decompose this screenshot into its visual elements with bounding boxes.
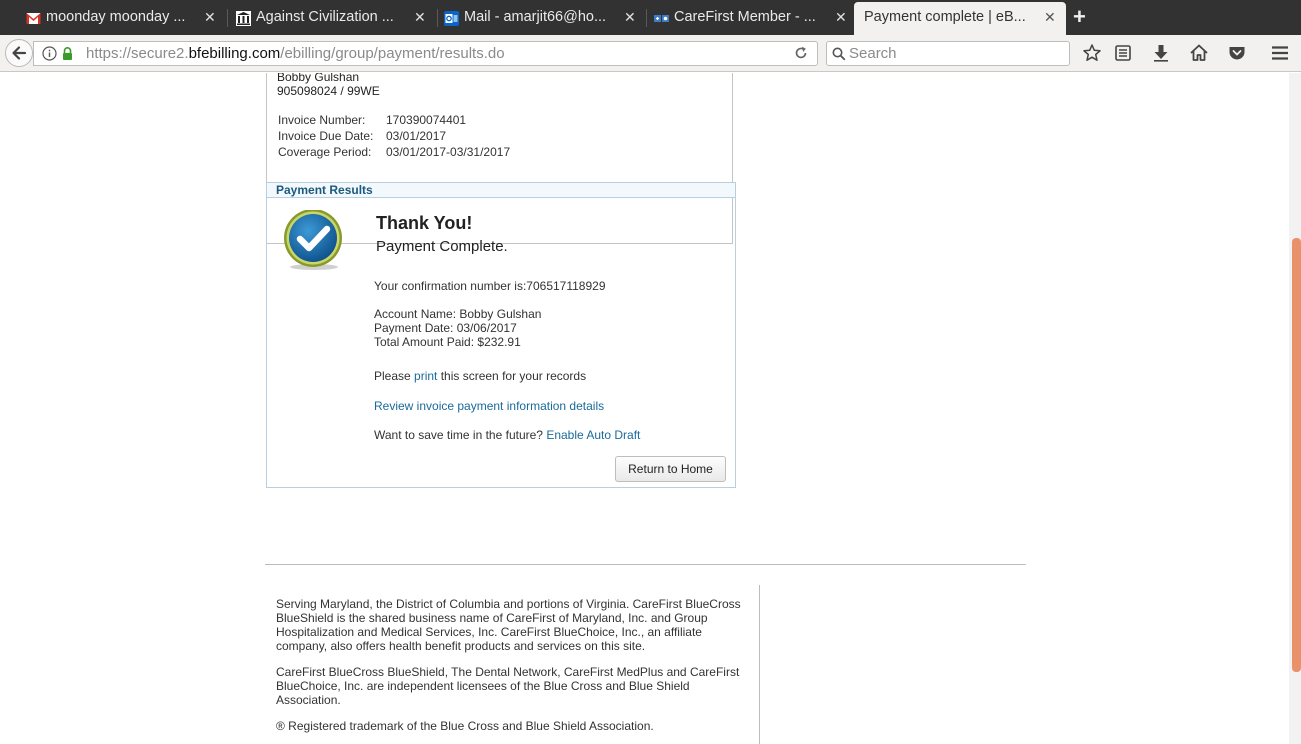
tab-title: Against Civilization ... (256, 9, 394, 25)
url-prefix: https://secure2. (86, 45, 189, 62)
url-bar[interactable]: https://secure2.bfebilling.com/ebilling/… (33, 41, 818, 66)
menu-icon[interactable] (1270, 43, 1290, 63)
lock-icon[interactable] (61, 46, 74, 61)
payment-results-panel: Payment Results Thank You! Payment Compl… (266, 182, 736, 488)
footer-divider (265, 564, 1026, 565)
navigation-bar: https://secure2.bfebilling.com/ebilling/… (0, 35, 1301, 72)
enable-auto-draft-link[interactable]: Enable Auto Draft (546, 428, 640, 442)
tab-payment-complete[interactable]: Payment complete | eB... ✕ (854, 2, 1066, 35)
back-arrow-icon (12, 46, 27, 60)
museum-icon (236, 11, 251, 26)
back-button[interactable] (5, 39, 33, 67)
tab-strip: moonday moonday ... ✕ Against Civilizati… (0, 0, 1301, 35)
search-input[interactable] (849, 44, 1059, 63)
search-bar[interactable] (826, 41, 1070, 66)
tab-against-civilization[interactable]: Against Civilization ... ✕ (210, 2, 436, 35)
print-instruction: Please print this screen for your record… (374, 369, 586, 383)
due-date-value: 03/01/2017 (386, 129, 447, 143)
search-icon (832, 47, 846, 61)
tab-title: CareFirst Member - ... (674, 9, 816, 25)
total-paid-line: Total Amount Paid: $232.91 (374, 335, 521, 349)
reading-list-icon[interactable] (1113, 43, 1133, 63)
close-tab-icon[interactable]: ✕ (1044, 9, 1056, 26)
invoice-number-label: Invoice Number: (278, 113, 366, 127)
footer-paragraph-trademark: ® Registered trademark of the Blue Cross… (276, 719, 654, 733)
return-to-home-button[interactable]: Return to Home (615, 456, 726, 482)
tab-title: Mail - amarjit66@ho... (464, 9, 607, 25)
vertical-scrollbar[interactable] (1289, 73, 1301, 744)
tab-mail[interactable]: Mail - amarjit66@ho... ✕ (418, 2, 644, 35)
print-link[interactable]: print (414, 369, 437, 383)
review-details-link[interactable]: Review invoice payment information detai… (374, 399, 604, 413)
url-text: https://secure2.bfebilling.com/ebilling/… (86, 45, 505, 62)
due-date-label: Invoice Due Date: (278, 129, 374, 143)
checkmark-icon (284, 210, 342, 270)
page-content: Bobby Gulshan 905098024 / 99WE Invoice N… (0, 73, 1289, 744)
tab-title: Payment complete | eB... (864, 9, 1026, 25)
pocket-icon[interactable] (1227, 43, 1247, 63)
close-tab-icon[interactable]: ✕ (835, 9, 847, 26)
url-path: /ebilling/group/payment/results.do (280, 45, 505, 62)
bookmark-star-icon[interactable] (1082, 43, 1102, 63)
footer-paragraph-licensees: CareFirst BlueCross BlueShield, The Dent… (276, 665, 740, 707)
footer-column-divider (759, 585, 760, 744)
tab-title: moonday moonday ... (46, 9, 186, 25)
outlook-icon (444, 11, 459, 26)
footer-paragraph-service-area: Serving Maryland, the District of Columb… (276, 597, 741, 653)
gmail-icon (26, 13, 41, 24)
carefirst-icon (654, 15, 669, 22)
payment-complete-text: Payment Complete. (376, 238, 508, 255)
account-id: 905098024 / 99WE (277, 84, 380, 98)
reload-icon[interactable] (793, 45, 809, 61)
payment-date-line: Payment Date: 03/06/2017 (374, 321, 517, 335)
payment-results-header: Payment Results (267, 183, 735, 198)
print-prefix: Please (374, 369, 415, 383)
scrollbar-thumb[interactable] (1292, 238, 1301, 672)
url-host: bfebilling.com (188, 45, 281, 62)
payment-results-title: Payment Results (276, 183, 373, 197)
print-suffix: this screen for your records (437, 369, 587, 383)
coverage-period-value: 03/01/2017-03/31/2017 (386, 145, 511, 159)
invoice-number-value: 170390074401 (386, 113, 467, 127)
coverage-period-label: Coverage Period: (278, 145, 372, 159)
home-icon[interactable] (1189, 43, 1209, 63)
new-tab-button[interactable]: + (1073, 4, 1086, 30)
confirmation-number: Your confirmation number is:706517118929 (374, 279, 606, 293)
thank-you-heading: Thank You! (376, 213, 473, 233)
account-name: Bobby Gulshan (277, 73, 360, 84)
account-name-line: Account Name: Bobby Gulshan (374, 307, 542, 321)
auto-draft-prompt: Want to save time in the future? Enable … (374, 428, 640, 442)
auto-draft-prefix: Want to save time in the future? (374, 428, 547, 442)
tab-gmail[interactable]: moonday moonday ... ✕ (0, 2, 226, 35)
download-icon[interactable] (1151, 43, 1171, 63)
tab-carefirst-member[interactable]: CareFirst Member - ... ✕ (628, 2, 854, 35)
info-icon[interactable] (42, 46, 57, 61)
